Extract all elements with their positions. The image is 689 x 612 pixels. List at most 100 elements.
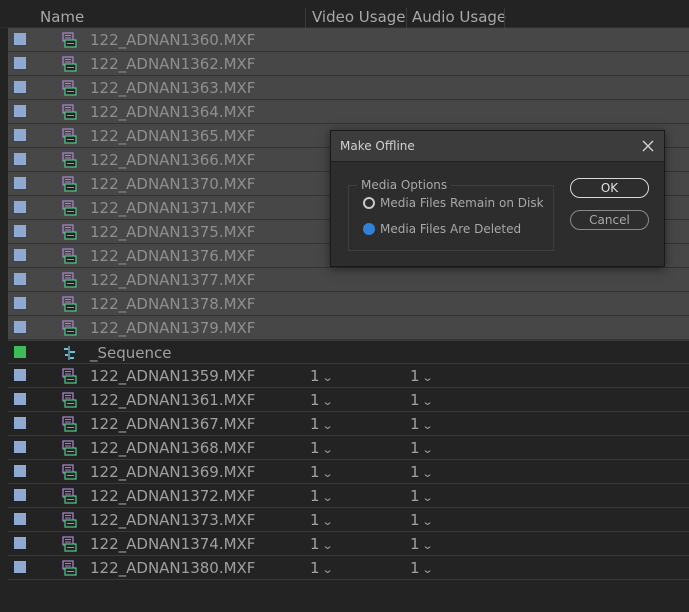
audio-usage-dropdown[interactable]: 1 ⌄	[410, 436, 433, 460]
video-clip-icon	[62, 512, 77, 528]
video-usage-dropdown[interactable]: 1 ⌄	[310, 508, 333, 532]
video-usage-dropdown[interactable]: 1 ⌄	[310, 532, 334, 556]
clip-row[interactable]: 122_ADNAN1363.MXF	[8, 76, 689, 100]
label-color-swatch[interactable]	[14, 249, 26, 261]
clip-name: 122_ADNAN1367.MXF	[90, 415, 256, 433]
video-usage-value: 1	[310, 439, 320, 457]
clip-row[interactable]: 122_ADNAN1379.MXF	[8, 316, 689, 340]
label-color-swatch[interactable]	[14, 537, 26, 549]
label-color-swatch[interactable]	[14, 177, 26, 189]
label-color-swatch[interactable]	[14, 561, 26, 573]
audio-usage-value: 1	[410, 367, 420, 385]
clip-row[interactable]: 122_ADNAN1362.MXF	[8, 52, 689, 76]
label-color-swatch[interactable]	[14, 393, 26, 405]
clip-name: 122_ADNAN1377.MXF	[90, 271, 256, 289]
label-color-swatch[interactable]	[14, 513, 26, 525]
label-color-swatch[interactable]	[14, 105, 26, 117]
audio-usage-dropdown[interactable]: 1 ⌄	[410, 556, 434, 580]
cancel-button[interactable]: Cancel	[570, 210, 649, 230]
audio-usage-value: 1	[410, 391, 420, 409]
label-color-swatch[interactable]	[14, 465, 26, 477]
audio-usage-dropdown[interactable]: 1 ⌄	[410, 388, 433, 412]
video-usage-dropdown[interactable]: 1 ⌄	[310, 364, 334, 388]
sequence-row[interactable]: _Sequence	[8, 340, 689, 364]
close-icon[interactable]	[640, 138, 656, 154]
column-divider[interactable]	[406, 8, 407, 28]
sequence-icon	[62, 345, 77, 361]
clip-name: 122_ADNAN1373.MXF	[90, 511, 256, 529]
clip-row[interactable]: 122_ADNAN1373.MXF 1 ⌄ 1 ⌄	[8, 508, 689, 532]
video-usage-dropdown[interactable]: 1 ⌄	[310, 412, 333, 436]
label-color-swatch[interactable]	[14, 153, 26, 165]
video-usage-dropdown[interactable]: 1 ⌄	[310, 484, 333, 508]
clip-name: 122_ADNAN1369.MXF	[90, 463, 256, 481]
clip-row[interactable]: 122_ADNAN1359.MXF 1 ⌄ 1 ⌄	[8, 364, 689, 388]
chevron-down-icon: ⌄	[321, 443, 334, 456]
clip-row[interactable]: 122_ADNAN1380.MXF 1 ⌄ 1 ⌄	[8, 556, 689, 580]
video-usage-value: 1	[310, 535, 320, 553]
clip-name: 122_ADNAN1360.MXF	[90, 31, 256, 49]
audio-usage-dropdown[interactable]: 1 ⌄	[410, 412, 434, 436]
clip-row[interactable]: 122_ADNAN1377.MXF	[8, 268, 689, 292]
video-usage-value: 1	[310, 463, 320, 481]
clip-name: 122_ADNAN1359.MXF	[90, 367, 256, 385]
label-color-swatch[interactable]	[14, 33, 26, 45]
label-color-swatch[interactable]	[14, 346, 26, 358]
clip-list: 122_ADNAN1360.MXF 122_ADNAN1362.MXF 122_AD…	[8, 28, 689, 580]
video-usage-dropdown[interactable]: 1 ⌄	[310, 436, 334, 460]
chevron-down-icon: ⌄	[421, 515, 434, 528]
video-usage-dropdown[interactable]: 1 ⌄	[310, 388, 334, 412]
clip-row[interactable]: 122_ADNAN1369.MXF 1 ⌄ 1 ⌄	[8, 460, 689, 484]
clip-row[interactable]: 122_ADNAN1378.MXF	[8, 292, 689, 316]
column-name[interactable]: Name	[40, 0, 84, 28]
audio-usage-dropdown[interactable]: 1 ⌄	[410, 532, 433, 556]
clip-row[interactable]: 122_ADNAN1372.MXF 1 ⌄ 1 ⌄	[8, 484, 689, 508]
video-clip-icon	[62, 248, 77, 264]
label-color-swatch[interactable]	[14, 129, 26, 141]
clip-row[interactable]: 122_ADNAN1360.MXF	[8, 28, 689, 52]
clip-name: 122_ADNAN1374.MXF	[90, 535, 256, 553]
column-video-usage[interactable]: Video Usage	[312, 0, 406, 28]
chevron-down-icon: ⌄	[421, 419, 434, 432]
label-color-swatch[interactable]	[14, 321, 26, 333]
clip-row[interactable]: 122_ADNAN1364.MXF	[8, 100, 689, 124]
audio-usage-dropdown[interactable]: 1 ⌄	[410, 364, 433, 388]
label-color-swatch[interactable]	[14, 225, 26, 237]
video-clip-icon	[62, 176, 77, 192]
video-usage-value: 1	[310, 367, 320, 385]
clip-name: 122_ADNAN1378.MXF	[90, 295, 256, 313]
chevron-down-icon: ⌄	[321, 539, 334, 552]
label-color-swatch[interactable]	[14, 369, 26, 381]
clip-row[interactable]: 122_ADNAN1361.MXF 1 ⌄ 1 ⌄	[8, 388, 689, 412]
label-color-swatch[interactable]	[14, 297, 26, 309]
audio-usage-dropdown[interactable]: 1 ⌄	[410, 508, 434, 532]
radio-remain-on-disk[interactable]	[363, 197, 375, 209]
label-color-swatch[interactable]	[14, 417, 26, 429]
chevron-down-icon: ⌄	[321, 371, 334, 384]
column-audio-usage[interactable]: Audio Usage	[412, 0, 506, 28]
video-usage-dropdown[interactable]: 1 ⌄	[310, 556, 333, 580]
audio-usage-dropdown[interactable]: 1 ⌄	[410, 484, 433, 508]
label-color-swatch[interactable]	[14, 201, 26, 213]
clip-row[interactable]: 122_ADNAN1368.MXF 1 ⌄ 1 ⌄	[8, 436, 689, 460]
audio-usage-dropdown[interactable]: 1 ⌄	[410, 460, 433, 484]
column-divider[interactable]	[504, 8, 505, 28]
label-color-swatch[interactable]	[14, 81, 26, 93]
clip-row[interactable]: 122_ADNAN1374.MXF 1 ⌄ 1 ⌄	[8, 532, 689, 556]
clip-name: 122_ADNAN1380.MXF	[90, 559, 256, 577]
video-clip-icon	[62, 368, 77, 384]
chevron-down-icon: ⌄	[321, 395, 334, 408]
media-options-label: Media Options	[357, 177, 452, 193]
label-color-swatch[interactable]	[14, 441, 26, 453]
label-color-swatch[interactable]	[14, 489, 26, 501]
clip-row[interactable]: 122_ADNAN1367.MXF 1 ⌄ 1 ⌄	[8, 412, 689, 436]
label-color-swatch[interactable]	[14, 57, 26, 69]
chevron-down-icon: ⌄	[421, 563, 434, 576]
make-offline-dialog: Make Offline Media Options Media Files R…	[330, 130, 665, 267]
label-color-swatch[interactable]	[14, 273, 26, 285]
column-divider[interactable]	[305, 8, 306, 28]
ok-button[interactable]: OK	[570, 178, 649, 198]
video-clip-icon	[62, 80, 77, 96]
video-usage-dropdown[interactable]: 1 ⌄	[310, 460, 333, 484]
radio-files-deleted[interactable]	[363, 223, 375, 235]
